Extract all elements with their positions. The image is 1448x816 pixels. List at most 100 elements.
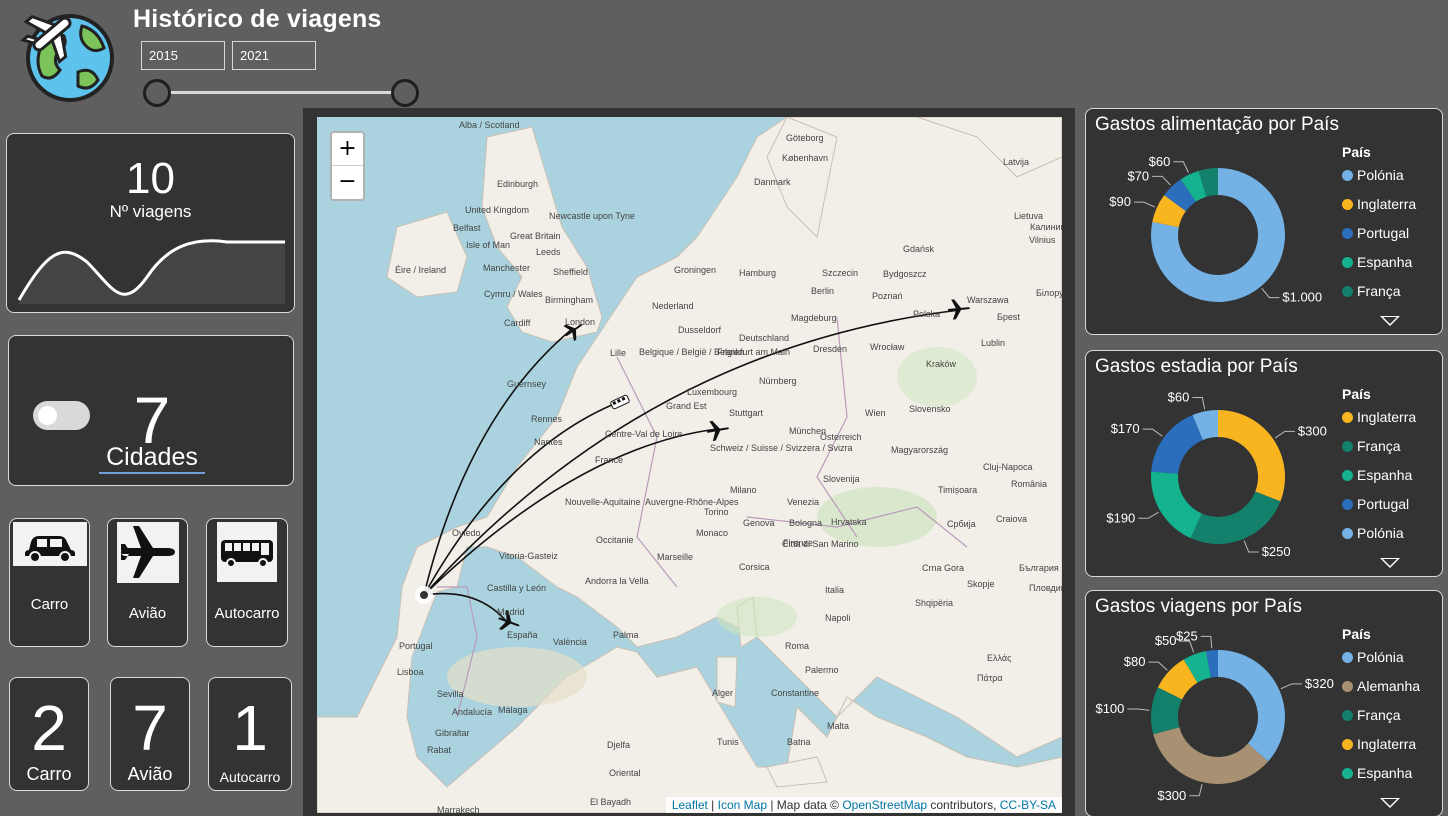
legend-item[interactable]: França (1342, 438, 1401, 454)
map-place-label: Luxembourg (687, 387, 738, 397)
map-place-label: Gdańsk (903, 244, 935, 254)
airplane-marker-zurich[interactable] (706, 418, 730, 442)
legend-title: País (1342, 144, 1371, 160)
end-year-input[interactable]: 2021 (232, 41, 316, 70)
data-label: $80 (1124, 654, 1146, 669)
bus-button-label: Autocarro (214, 605, 280, 622)
zoom-in-button[interactable]: + (332, 133, 363, 166)
donut-slice-portugal[interactable] (1151, 414, 1203, 474)
bus-filter-button[interactable]: Autocarro (206, 518, 288, 647)
map-place-label: Venezia (787, 497, 820, 507)
legend-item[interactable]: Inglaterra (1342, 736, 1416, 752)
page-title: Histórico de viagens (133, 5, 382, 33)
car-filter-button[interactable]: Carro (9, 518, 90, 647)
data-label-leader (1138, 511, 1159, 519)
map-place-label: Cardiff (504, 318, 531, 328)
map-place-label: Éire / Ireland (395, 265, 447, 275)
airplane-filter-button[interactable]: Avião (107, 518, 188, 647)
legend-item[interactable]: Alemanha (1342, 678, 1420, 694)
zoom-out-button[interactable]: − (332, 166, 363, 199)
legend-swatch (1342, 286, 1353, 297)
food-spend-donut[interactable]: $1.000 $90 $70$60 (1086, 109, 1346, 336)
legend-item[interactable]: Polónia (1342, 525, 1404, 541)
map-place-label: Πάτρα (977, 673, 1003, 683)
data-label-leader (1200, 635, 1213, 649)
map-place-label: Auvergne-Rhône-Alpes (645, 497, 739, 507)
legend-label: França (1357, 283, 1401, 299)
globe-airplane-logo (19, 14, 114, 102)
legend-item[interactable]: França (1342, 707, 1401, 723)
bus-icon (217, 522, 277, 582)
legend-item[interactable]: Polónia (1342, 649, 1404, 665)
bus-marker-paris[interactable] (610, 394, 630, 410)
trips-map[interactable]: Alba / Scotland Edinburgh United Kingdom Gr… (317, 117, 1062, 813)
map-place-label: Rabat (427, 745, 452, 755)
expand-caret-icon[interactable] (1380, 558, 1400, 568)
legend-item[interactable]: Portugal (1342, 225, 1409, 241)
car-button-label: Carro (30, 596, 69, 613)
legend-item[interactable]: Espanha (1342, 467, 1412, 483)
map-place-label: Shqipëria (915, 598, 954, 608)
legend-label: Polónia (1357, 649, 1404, 665)
legend-swatch (1342, 681, 1353, 692)
legend-swatch (1342, 228, 1353, 239)
cities-label[interactable]: Cidades (99, 443, 205, 474)
legend-label: Portugal (1357, 496, 1410, 512)
donut-slice-inglaterra[interactable] (1218, 410, 1285, 502)
map-place-label: Marseille (657, 552, 694, 562)
map-basemap (317, 117, 1062, 813)
map-place-label: Rennes (531, 414, 563, 424)
donut-slice-espanha[interactable] (1151, 471, 1202, 539)
map-place-label: Пловдив (1029, 583, 1062, 593)
year-range-start-handle[interactable] (143, 79, 171, 107)
map-place-label: El Bayadh (590, 797, 632, 807)
map-place-label: Hamburg (739, 268, 777, 278)
map-place-label: Cymru / Wales (484, 289, 543, 299)
legend-item[interactable]: Portugal (1342, 496, 1409, 512)
legend-swatch (1342, 441, 1353, 452)
cities-toggle[interactable] (33, 401, 90, 430)
legend-swatch (1342, 412, 1353, 423)
legend-swatch (1342, 652, 1353, 663)
map-place-label: Andorra la Vella (585, 576, 649, 586)
legend-item[interactable]: Inglaterra (1342, 196, 1416, 212)
donut-slice-alemanha[interactable] (1153, 727, 1269, 784)
map-place-label: Vilnius (1029, 235, 1056, 245)
map-place-label: Nantes (534, 437, 563, 447)
leaflet-link[interactable]: Leaflet (672, 798, 708, 812)
legend-label: França (1357, 438, 1401, 454)
toggle-knob (38, 406, 57, 425)
map-place-label: Corsica (739, 562, 770, 572)
trips-count: 10 (126, 154, 175, 203)
year-range-end-handle[interactable] (391, 79, 419, 107)
donut-slice-polónia[interactable] (1218, 650, 1285, 762)
map-place-label: Bologna (789, 518, 823, 528)
legend-swatch (1342, 710, 1353, 721)
map-place-label: Great Britain (510, 231, 561, 241)
year-range-slider-track[interactable] (157, 91, 405, 94)
start-year-input[interactable]: 2015 (141, 41, 225, 70)
map-place-label: Palma (613, 630, 639, 640)
expand-caret-icon[interactable] (1380, 798, 1400, 808)
stay-spend-donut[interactable]: $300 $250 $190 $170 $60 (1086, 351, 1346, 578)
legend-item[interactable]: Polónia (1342, 167, 1404, 183)
travel-spend-donut[interactable]: $320 $300 $100 $80 $50 $25 (1086, 591, 1346, 816)
legend-item[interactable]: Espanha (1342, 765, 1412, 781)
map-place-label: Hrvatska (831, 517, 867, 527)
iconmap-link[interactable]: Icon Map (718, 798, 767, 812)
map-place-label: Palermo (805, 665, 839, 675)
map-place-label: Marrakech (437, 805, 480, 813)
legend-swatch (1342, 170, 1353, 181)
legend-item[interactable]: Espanha (1342, 254, 1412, 270)
map-place-label: Djelfa (607, 740, 631, 750)
legend-item[interactable]: Inglaterra (1342, 409, 1416, 425)
donut-slice-frança[interactable] (1190, 491, 1281, 544)
map-place-label: Italia (825, 585, 845, 595)
osm-link[interactable]: OpenStreetMap (842, 798, 927, 812)
license-link[interactable]: CC-BY-SA (1000, 798, 1056, 812)
expand-caret-icon[interactable] (1380, 316, 1400, 326)
legend-label: Polónia (1357, 167, 1404, 183)
map-place-label: Skopje (967, 579, 995, 589)
bus-count: 1 (232, 692, 268, 764)
legend-item[interactable]: França (1342, 283, 1401, 299)
